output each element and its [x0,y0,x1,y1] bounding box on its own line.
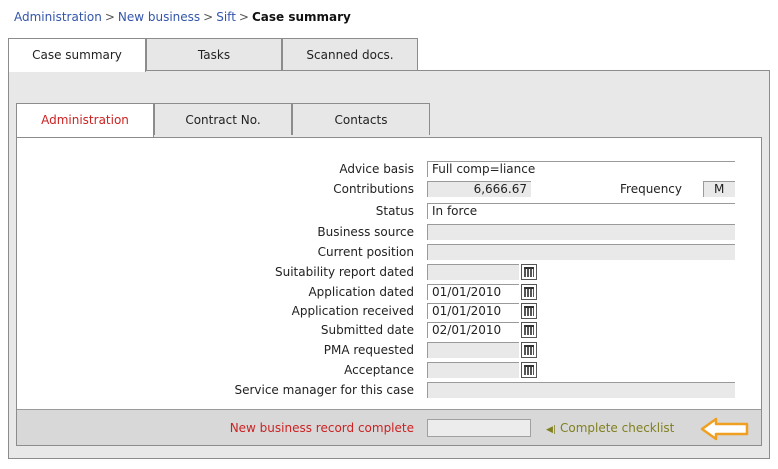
tab-administration[interactable]: Administration [16,103,154,137]
status-label: Status [375,204,414,218]
service-manager-label: Service manager for this case [234,383,414,397]
calendar-icon[interactable] [521,284,537,300]
breadcrumb-current: Case summary [251,10,351,24]
tab-tasks[interactable]: Tasks [146,38,282,70]
contributions-field[interactable]: 6,666.67 [427,181,531,197]
pointer-arrow-icon [700,417,749,441]
frequency-label: Frequency [620,182,682,196]
advice-basis-field[interactable]: Full comp=liance [427,161,735,177]
tab-case-summary[interactable]: Case summary [8,38,146,72]
breadcrumb-link-new-business[interactable]: New business [118,10,200,24]
business-source-label: Business source [317,225,414,239]
application-dated-field[interactable]: 01/01/2010 [427,284,519,300]
breadcrumb-link-sift[interactable]: Sift [216,10,236,24]
arrow-left-icon: ◀| [546,425,556,435]
new-business-record-complete-field[interactable] [427,419,531,437]
status-field[interactable]: In force [427,203,735,219]
tab-contract-no[interactable]: Contract No. [154,103,292,135]
calendar-icon[interactable] [521,303,537,319]
business-source-field[interactable] [427,224,735,240]
application-received-label: Application received [291,304,414,318]
calendar-icon[interactable] [521,264,537,280]
breadcrumb-separator: > [104,10,115,24]
calendar-icon[interactable] [521,362,537,378]
tab-scanned-docs[interactable]: Scanned docs. [282,38,418,70]
service-manager-field[interactable] [427,382,735,398]
pma-requested-field[interactable] [427,342,519,358]
application-dated-label: Application dated [308,285,414,299]
advice-basis-label: Advice basis [339,162,414,176]
breadcrumb-link-administration[interactable]: Administration [14,10,102,24]
complete-checklist-link[interactable]: ◀| Complete checklist [546,421,674,435]
current-position-label: Current position [317,245,414,259]
submitted-date-label: Submitted date [320,323,414,337]
calendar-icon[interactable] [521,342,537,358]
calendar-icon[interactable] [521,322,537,338]
suitability-report-dated-label: Suitability report dated [275,265,414,279]
acceptance-label: Acceptance [344,363,414,377]
contributions-label: Contributions [333,182,414,196]
acceptance-field[interactable] [427,362,519,378]
breadcrumb: Administration > New business > Sift > Case su… [14,10,351,24]
current-position-field[interactable] [427,244,735,260]
application-received-field[interactable]: 01/01/2010 [427,303,519,319]
tab-contacts[interactable]: Contacts [292,103,430,135]
breadcrumb-separator: > [238,10,249,24]
suitability-report-dated-field[interactable] [427,264,519,280]
pma-requested-label: PMA requested [323,343,414,357]
breadcrumb-separator: > [203,10,214,24]
complete-checklist-label: Complete checklist [559,421,675,435]
submitted-date-field[interactable]: 02/01/2010 [427,322,519,338]
frequency-field[interactable]: M [703,181,735,197]
new-business-record-complete-label: New business record complete [229,421,414,435]
